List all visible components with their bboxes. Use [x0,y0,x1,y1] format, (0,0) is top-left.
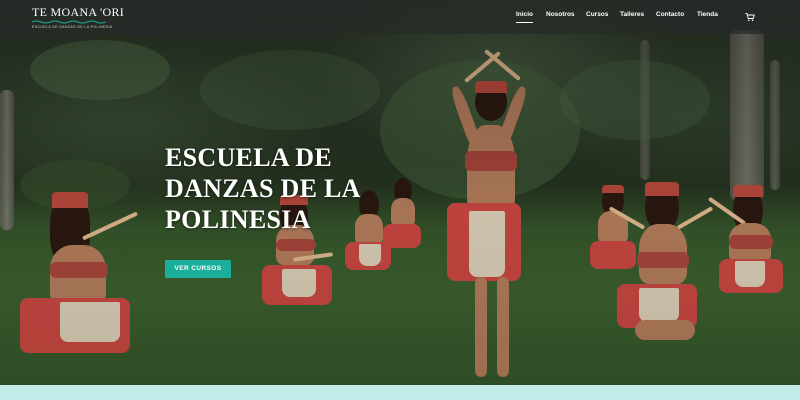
hero-title-line: POLINESIA [165,205,311,234]
nav-item-tienda[interactable]: Tienda [697,11,718,18]
nav-item-inicio[interactable]: Inicio [516,11,533,23]
next-section-strip [0,385,800,400]
nav-item-contacto[interactable]: Contacto [656,11,684,18]
hero-title: ESCUELA DE DANZAS DE LA POLINESIA [165,142,425,235]
hero-title-line: ESCUELA DE [165,143,332,172]
nav-item-cursos[interactable]: Cursos [586,11,608,18]
nav-item-nosotros[interactable]: Nosotros [546,11,575,18]
main-nav: Inicio Nosotros Cursos Talleres Contacto… [0,11,800,25]
site-header: TE MOANA 'ORI ESCUELA DE DANZAS DE LA PO… [0,0,800,34]
cart-icon[interactable] [745,12,755,22]
ver-cursos-button[interactable]: VER CURSOS [165,260,231,278]
hero-title-line: DANZAS DE LA [165,174,361,203]
logo-tagline: ESCUELA DE DANZAS DE LA POLINESIA [32,25,113,29]
nav-item-talleres[interactable]: Talleres [620,11,644,18]
